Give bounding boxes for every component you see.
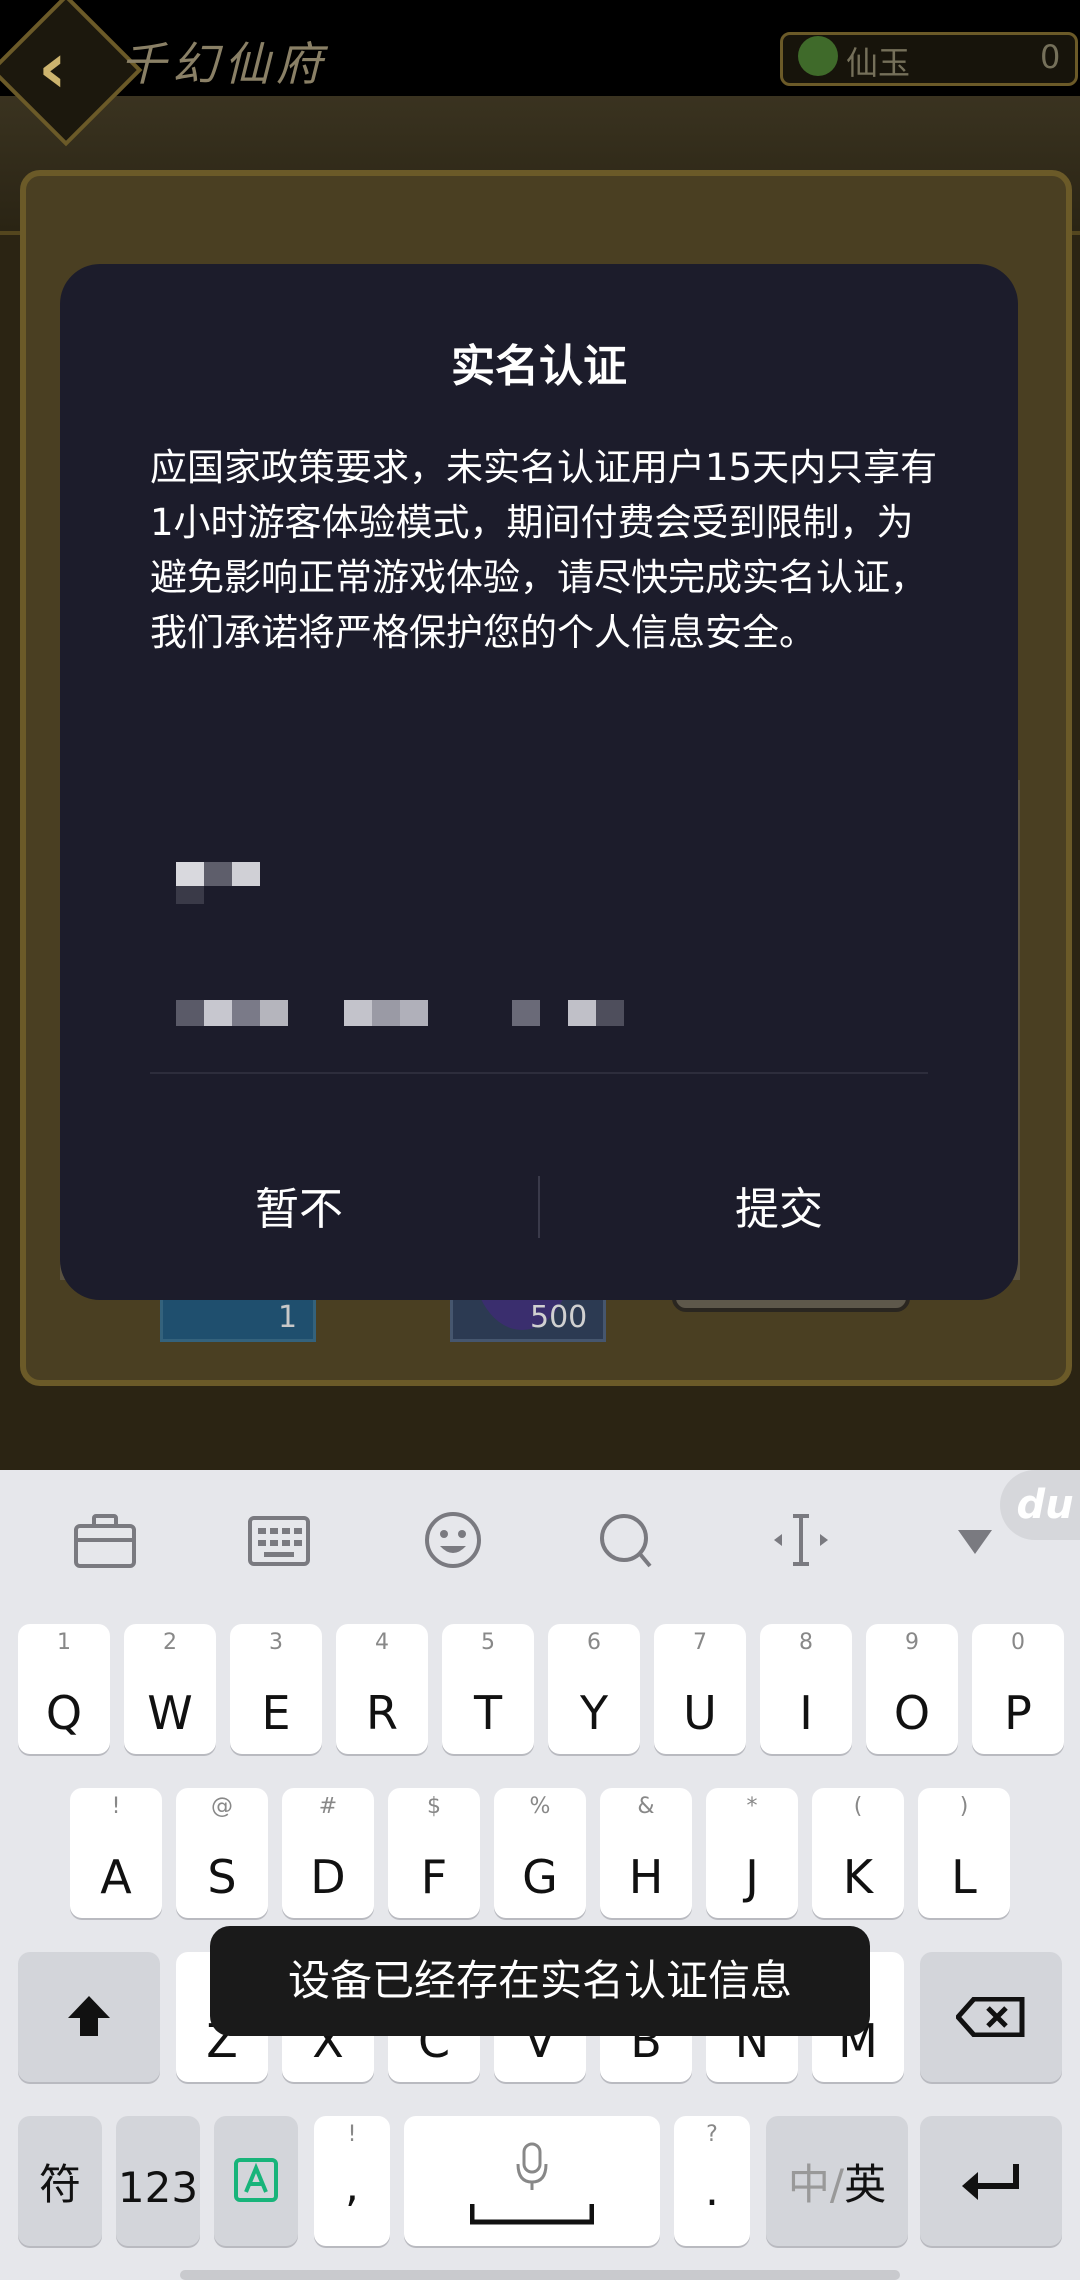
collapse-icon[interactable] [940, 1510, 1010, 1570]
shift-key[interactable] [18, 1952, 160, 2082]
language-switch-key[interactable]: 中/英 [766, 2116, 908, 2246]
key-hint: 7 [693, 1630, 707, 1655]
key-hint: ! [111, 1794, 121, 1819]
key-label: Y [579, 1686, 609, 1740]
key-g[interactable]: % G [494, 1788, 586, 1918]
key-hint: @ [211, 1794, 233, 1819]
key-label: W [147, 1686, 193, 1740]
key-s[interactable]: @ S [176, 1788, 268, 1918]
text-recognition-key[interactable] [214, 2116, 298, 2246]
real-name-dialog [60, 264, 1018, 1300]
key-label: Q [45, 1686, 83, 1740]
key-label: U [683, 1686, 717, 1740]
key-t[interactable]: 5T [442, 1624, 534, 1754]
item-count: 500 [530, 1300, 588, 1335]
key-hint: $ [427, 1794, 441, 1819]
key-hint: 4 [375, 1630, 389, 1655]
key-label: T [473, 1686, 503, 1740]
key-label: A [100, 1850, 132, 1904]
jade-icon [798, 36, 838, 76]
enter-icon [962, 2164, 1019, 2200]
cursor-icon[interactable] [766, 1510, 836, 1570]
key-hint: 0 [1011, 1630, 1025, 1655]
key-q[interactable]: 1Q [18, 1624, 110, 1754]
key-label: I [799, 1686, 813, 1740]
key-f[interactable]: $ F [388, 1788, 480, 1918]
key-hint: ( [853, 1794, 863, 1819]
backspace-icon [956, 1997, 1025, 2037]
toast-message: 设备已经存在实名认证信息 [210, 1926, 870, 2036]
key-hint: 3 [269, 1630, 283, 1655]
space-bar-icon [470, 2204, 594, 2225]
key-p[interactable]: 0P [972, 1624, 1064, 1754]
key-hint: 2 [163, 1630, 177, 1655]
chevron-left-icon: ‹ [38, 27, 67, 109]
emoji-icon[interactable] [418, 1510, 488, 1570]
key-l[interactable]: ) L [918, 1788, 1010, 1918]
key-label: J [745, 1850, 759, 1904]
key-hint: 9 [905, 1630, 919, 1655]
key-w[interactable]: 2W [124, 1624, 216, 1754]
key-k[interactable]: (K [812, 1788, 904, 1918]
key-d[interactable]: # D [282, 1788, 374, 1918]
numbers-key[interactable]: 123 [116, 2116, 200, 2246]
toolbox-icon[interactable] [70, 1510, 140, 1570]
key-hint: ) [959, 1794, 969, 1819]
key-e[interactable]: 3E [230, 1624, 322, 1754]
key-label: F [420, 1850, 448, 1904]
key-label: E [261, 1686, 291, 1740]
shift-icon [68, 1996, 110, 2036]
key-a[interactable]: ! A [70, 1788, 162, 1918]
key-hint: 5 [481, 1630, 495, 1655]
key-hint: 6 [587, 1630, 601, 1655]
key-label: R [366, 1686, 398, 1740]
key-label: G [522, 1850, 558, 1904]
microphone-icon [516, 2142, 548, 2190]
key-y[interactable]: 6Y [548, 1624, 640, 1754]
period-key[interactable]: ? . [674, 2116, 750, 2246]
ocr-icon [234, 2158, 278, 2202]
key-j[interactable]: * J [706, 1788, 798, 1918]
submit-button[interactable]: 提交 [540, 1160, 1018, 1260]
space-key[interactable] [404, 2116, 660, 2246]
item-count: 1 [278, 1300, 298, 1335]
currency-label: 仙玉 [846, 44, 911, 82]
key-hint: % [529, 1794, 551, 1819]
key-i[interactable]: 8I [760, 1624, 852, 1754]
backspace-key[interactable] [920, 1952, 1062, 2082]
key-label: L [951, 1850, 977, 1904]
game-title: 千幻仙府 [120, 37, 328, 91]
cancel-button[interactable]: 暂不 [60, 1160, 538, 1260]
key-label: P [1004, 1686, 1032, 1740]
key-hint: # [318, 1794, 338, 1819]
dialog-message: 应国家政策要求，未实名认证用户15天内只享有1小时游客体验模式，期间付费会受到限… [150, 446, 938, 654]
keyboard-icon[interactable] [244, 1510, 314, 1570]
key-h[interactable]: & H [600, 1788, 692, 1918]
symbols-key[interactable]: 符 [18, 2116, 102, 2246]
key-u[interactable]: 7U [654, 1624, 746, 1754]
comma-key[interactable]: ! , [314, 2116, 390, 2246]
key-label: D [310, 1850, 346, 1904]
baidu-input-logo: du [1000, 1470, 1080, 1540]
key-hint: 8 [799, 1630, 813, 1655]
key-o[interactable]: 9O [866, 1624, 958, 1754]
key-hint: 1 [57, 1630, 71, 1655]
key-hint: & [637, 1794, 655, 1819]
search-icon[interactable] [592, 1510, 662, 1570]
key-label: K [842, 1850, 874, 1904]
key-label: S [207, 1850, 237, 1904]
key-label: O [893, 1686, 931, 1740]
input-underline [150, 1072, 928, 1074]
home-indicator [180, 2270, 900, 2280]
dialog-title: 实名认证 [451, 341, 627, 392]
key-label: H [628, 1850, 664, 1904]
enter-key[interactable] [920, 2116, 1062, 2246]
currency-value: 0 [1040, 38, 1061, 76]
key-hint: * [746, 1794, 758, 1819]
key-r[interactable]: 4R [336, 1624, 428, 1754]
